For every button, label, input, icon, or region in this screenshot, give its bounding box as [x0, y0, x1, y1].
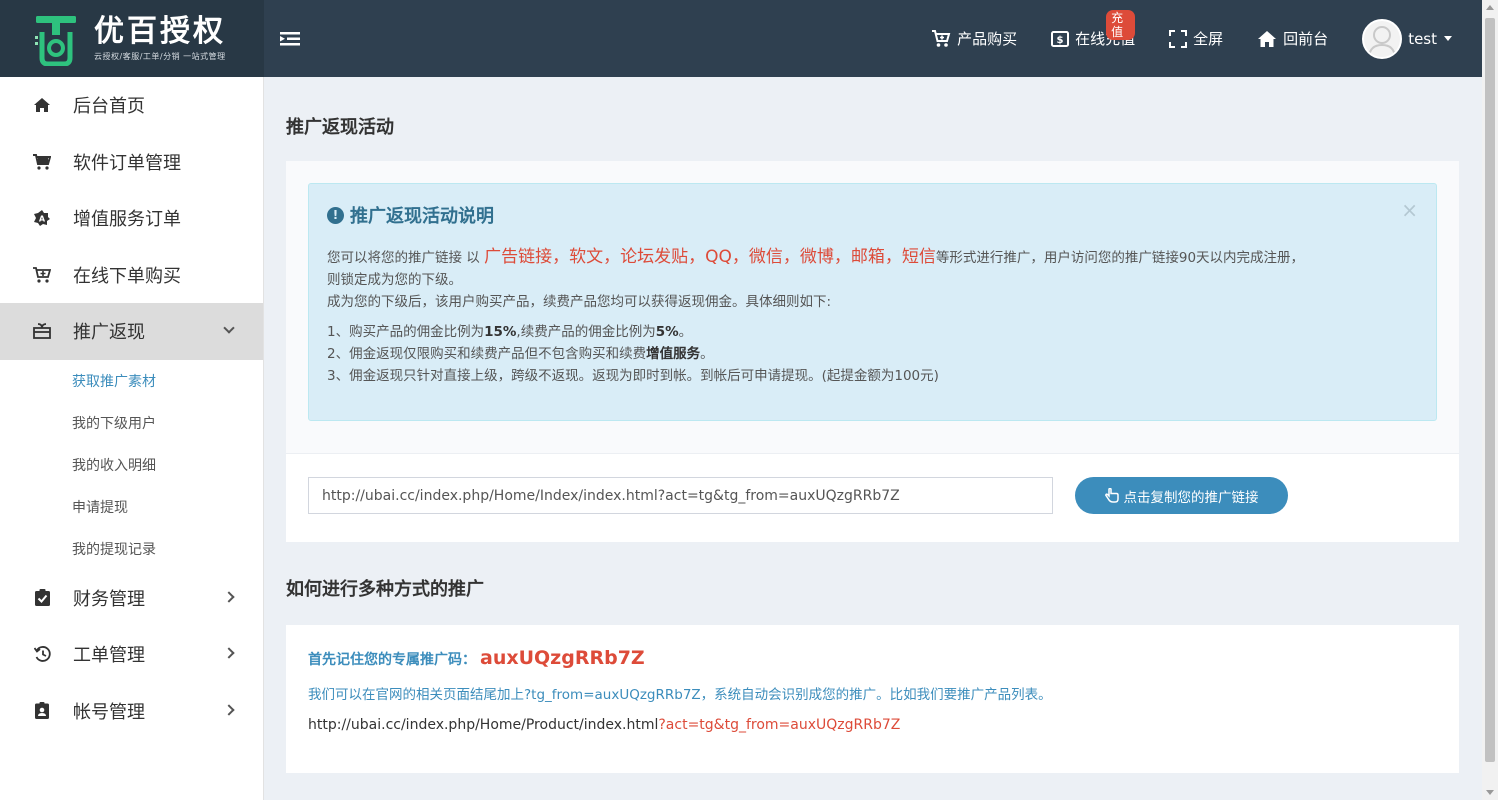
- callout-title: 推广返现活动说明: [350, 206, 494, 227]
- promotion-methods-box: 首先记住您的专属推广码： auxUQzgRRb7Z 我们可以在官网的相关页面结尾…: [286, 625, 1459, 773]
- code-label: 首先记住您的专属推广码：: [308, 652, 476, 668]
- example-url: http://ubai.cc/index.php/Home/Product/in…: [308, 717, 901, 733]
- sidebar-item-label: 增值服务订单: [73, 209, 181, 231]
- sidebar-item-promotion[interactable]: 推广返现: [0, 303, 263, 360]
- sidebar-item-label: 财务管理: [73, 588, 145, 610]
- id-badge-icon: [33, 702, 51, 720]
- caret-down-icon: [1444, 36, 1452, 41]
- nav-label: 全屏: [1193, 30, 1224, 48]
- nav-back-to-front[interactable]: 回前台: [1257, 28, 1328, 49]
- service-icon: A: [33, 209, 51, 227]
- cart-icon: [33, 153, 51, 171]
- close-icon[interactable]: ×: [1401, 198, 1418, 222]
- clipboard-check-icon: [33, 589, 51, 607]
- logo-title: 优百授权: [94, 14, 226, 49]
- sidebar: 后台首页 软件订单管理 A 增值服务订单 在线下单购买 推广返现 获取推广素材 …: [0, 77, 264, 800]
- page-title: 推广返现活动: [286, 117, 394, 138]
- money-icon: $: [1051, 30, 1070, 47]
- submenu-withdraw-records[interactable]: 我的提现记录: [0, 528, 263, 570]
- promotion-code: auxUQzgRRb7Z: [480, 647, 645, 669]
- chevron-right-icon: [223, 704, 235, 716]
- logo-mark-icon: [34, 14, 78, 66]
- cart-plus-icon: [932, 29, 951, 47]
- cart-plus-icon: [33, 266, 51, 284]
- sidebar-item-label: 软件订单管理: [73, 152, 181, 174]
- info-circle-icon: !: [327, 206, 344, 224]
- sidebar-item-tickets[interactable]: 工单管理: [0, 626, 263, 683]
- nav-product-purchase[interactable]: 产品购买: [931, 28, 1017, 49]
- submenu-apply-withdraw[interactable]: 申请提现: [0, 486, 263, 528]
- sidebar-item-account[interactable]: 帐号管理: [0, 683, 263, 740]
- top-header: 优百授权 云授权/客服/工单/分销 一站式管理 产品购买 $ 在线充值 充值 全…: [0, 0, 1482, 77]
- submenu-get-materials[interactable]: 获取推广素材: [0, 360, 263, 402]
- submenu-my-subordinates[interactable]: 我的下级用户: [0, 402, 263, 444]
- nav-fullscreen[interactable]: 全屏: [1169, 28, 1223, 49]
- sidebar-toggle-button[interactable]: [266, 0, 314, 77]
- logo[interactable]: 优百授权 云授权/客服/工单/分销 一站式管理: [0, 0, 264, 77]
- copy-link-button[interactable]: 点击复制您的推广链接: [1075, 477, 1288, 514]
- copy-button-label: 点击复制您的推广链接: [1123, 489, 1259, 505]
- hand-pointer-icon: [1104, 488, 1119, 503]
- menu-toggle-icon: [280, 31, 300, 45]
- avatar: [1362, 18, 1403, 59]
- chevron-right-icon: [223, 591, 235, 603]
- sidebar-item-service-orders[interactable]: A 增值服务订单: [0, 190, 263, 247]
- sidebar-item-online-order[interactable]: 在线下单购买: [0, 247, 263, 304]
- nav-online-recharge[interactable]: $ 在线充值 充值: [1051, 10, 1136, 49]
- submenu-income-details[interactable]: 我的收入明细: [0, 444, 263, 486]
- rule-item: 1、购买产品的佣金比例为15%,续费产品的佣金比例为5%。: [327, 324, 693, 340]
- sidebar-item-dashboard[interactable]: 后台首页: [0, 77, 263, 134]
- rule-item: 2、佣金返现仅限购买和续费产品但不包含购买和续费增值服务。: [327, 346, 714, 362]
- sidebar-item-label: 在线下单购买: [73, 265, 181, 287]
- fullscreen-icon: [1169, 29, 1188, 48]
- gift-icon: [33, 322, 51, 340]
- rules-list: 1、购买产品的佣金比例为15%,续费产品的佣金比例为5%。 2、佣金返现仅限购买…: [327, 321, 1418, 387]
- callout-paragraph: 成为您的下级后，该用户购买产品，续费产品您均可以获得返现佣金。具体细则如下:: [327, 294, 832, 310]
- main-content: 推广返现活动 ! 推广返现活动说明 × 您可以将您的推广链接 以 广告链接，软文…: [264, 77, 1482, 800]
- svg-text:$: $: [1057, 35, 1064, 46]
- hint-text: 我们可以在官网的相关页面结尾加上?tg_from=auxUQzgRRb7Z，系统…: [308, 687, 1052, 703]
- sidebar-item-finance[interactable]: 财务管理: [0, 570, 263, 627]
- sidebar-item-label: 推广返现: [73, 322, 145, 344]
- page-scrollbar[interactable]: [1482, 0, 1498, 800]
- scroll-down-icon[interactable]: [1486, 790, 1494, 795]
- promotion-channels: 广告链接，软文，论坛发贴，QQ，微信，微博，邮箱，短信: [484, 247, 936, 267]
- info-callout: ! 推广返现活动说明 × 您可以将您的推广链接 以 广告链接，软文，论坛发贴，Q…: [308, 183, 1437, 421]
- callout-paragraph: 您可以将您的推广链接 以 广告链接，软文，论坛发贴，QQ，微信，微博，邮箱，短信…: [327, 247, 1305, 267]
- sidebar-item-label: 帐号管理: [73, 701, 145, 723]
- logo-subtitle: 云授权/客服/工单/分销 一站式管理: [94, 52, 226, 61]
- chevron-right-icon: [223, 647, 235, 659]
- section-title: 如何进行多种方式的推广: [286, 579, 484, 600]
- user-menu[interactable]: test: [1362, 18, 1452, 59]
- scroll-thumb[interactable]: [1485, 18, 1495, 762]
- svg-text:A: A: [39, 215, 46, 224]
- callout-paragraph: 则锁定成为您的下级。: [327, 272, 462, 288]
- rule-item: 3、佣金返现只针对直接上级，跨级不返现。返现为即时到帐。到帐后可申请提现。(起提…: [327, 368, 939, 384]
- home-icon: [33, 96, 51, 114]
- promotion-link-input[interactable]: [308, 477, 1053, 514]
- user-name: test: [1408, 29, 1437, 48]
- history-icon: [33, 645, 51, 663]
- sidebar-item-label: 工单管理: [73, 645, 145, 667]
- chevron-down-icon: [223, 322, 235, 334]
- home-icon: [1258, 30, 1277, 47]
- recharge-badge: 充值: [1106, 10, 1136, 40]
- nav-label: 回前台: [1283, 30, 1329, 48]
- scroll-up-icon[interactable]: [1486, 5, 1494, 10]
- sidebar-item-software-orders[interactable]: 软件订单管理: [0, 134, 263, 191]
- nav-label: 产品购买: [957, 30, 1018, 48]
- sidebar-item-label: 后台首页: [73, 96, 145, 118]
- promotion-box: ! 推广返现活动说明 × 您可以将您的推广链接 以 广告链接，软文，论坛发贴，Q…: [286, 161, 1459, 542]
